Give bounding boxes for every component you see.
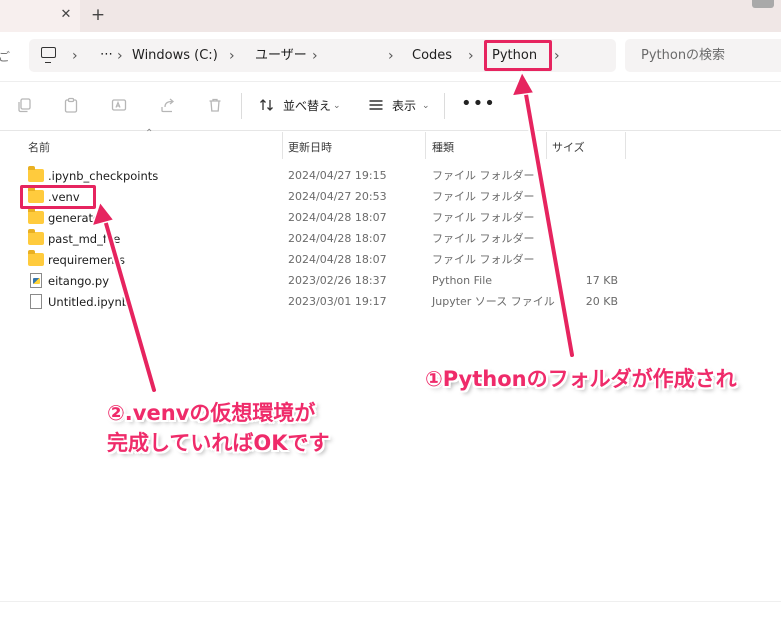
folder-icon xyxy=(28,229,44,245)
delete-icon[interactable] xyxy=(207,97,223,113)
more-options-button[interactable]: ••• xyxy=(461,95,496,113)
file-row[interactable]: past_md_file 2024/04/28 18:07 ファイル フォルダー xyxy=(24,229,634,250)
folder-icon xyxy=(28,208,44,224)
file-type: ファイル フォルダー xyxy=(432,169,535,182)
sort-ascending-icon: ⌃ xyxy=(145,128,154,139)
breadcrumb-codes[interactable]: Codes xyxy=(412,47,452,65)
file-name: requirements xyxy=(48,253,125,267)
file-type: ファイル フォルダー xyxy=(432,232,535,245)
file-date: 2024/04/28 18:07 xyxy=(288,211,387,224)
column-header-size[interactable]: サイズ xyxy=(552,139,585,157)
file-name: generated xyxy=(48,211,108,225)
file-row[interactable]: .venv 2024/04/27 20:53 ファイル フォルダー xyxy=(24,187,634,208)
share-icon[interactable] xyxy=(160,97,176,113)
file-name: eitango.py xyxy=(48,274,110,288)
file-row[interactable]: requirements 2024/04/28 18:07 ファイル フォルダー xyxy=(24,250,634,271)
breadcrumb-separator[interactable]: › xyxy=(72,47,78,65)
close-tab-icon[interactable]: ✕ xyxy=(58,6,74,24)
column-divider[interactable] xyxy=(546,132,547,159)
search-input[interactable]: Pythonの検索 xyxy=(641,47,725,65)
column-header-date[interactable]: 更新日時 xyxy=(288,139,332,157)
breadcrumb-separator[interactable]: › xyxy=(117,47,123,65)
rename-icon[interactable] xyxy=(111,97,127,113)
breadcrumb-users[interactable]: ユーザー xyxy=(255,47,307,65)
sort-icon[interactable] xyxy=(259,97,275,113)
file-row[interactable]: eitango.py 2023/02/26 18:37 Python File … xyxy=(24,271,634,292)
file-date: 2024/04/28 18:07 xyxy=(288,253,387,266)
file-date: 2024/04/28 18:07 xyxy=(288,232,387,245)
file-row[interactable]: generated 2024/04/28 18:07 ファイル フォルダー xyxy=(24,208,634,229)
file-size: 20 KB xyxy=(585,295,618,308)
column-header-type[interactable]: 種類 xyxy=(432,139,454,157)
chevron-down-icon[interactable]: ⌄ xyxy=(422,98,430,114)
file-date: 2024/04/27 19:15 xyxy=(288,169,387,182)
status-bar-divider xyxy=(0,601,781,602)
file-type: Jupyter ソース ファイル xyxy=(432,295,555,308)
breadcrumb-overflow[interactable]: ⋯ xyxy=(100,46,113,64)
breadcrumb-separator[interactable]: › xyxy=(388,47,394,65)
breadcrumb-separator[interactable]: › xyxy=(468,47,474,65)
column-divider[interactable] xyxy=(425,132,426,159)
file-name: past_md_file xyxy=(48,232,121,246)
file-date: 2024/04/27 20:53 xyxy=(288,190,387,203)
toolbar-divider xyxy=(444,93,445,119)
file-date: 2023/02/26 18:37 xyxy=(288,274,387,287)
breadcrumb-separator[interactable]: › xyxy=(554,47,560,65)
document-icon xyxy=(30,294,42,309)
file-type: ファイル フォルダー xyxy=(432,190,535,203)
column-divider[interactable] xyxy=(282,132,283,159)
toolbar-divider xyxy=(241,93,242,119)
breadcrumb-separator[interactable]: › xyxy=(312,47,318,65)
file-row[interactable]: Untitled.ipynb 2023/03/01 19:17 Jupyter … xyxy=(24,292,634,313)
breadcrumb-separator[interactable]: › xyxy=(229,47,235,65)
file-size: 17 KB xyxy=(585,274,618,287)
file-type: Python File xyxy=(432,274,493,287)
new-tab-icon[interactable]: + xyxy=(88,4,108,26)
python-folder-highlight xyxy=(484,40,552,71)
this-pc-icon[interactable] xyxy=(41,47,56,63)
folder-icon xyxy=(28,250,44,266)
breadcrumb-drive[interactable]: Windows (C:) xyxy=(132,47,218,65)
file-type: ファイル フォルダー xyxy=(432,253,535,266)
view-icon[interactable] xyxy=(368,97,384,113)
column-divider[interactable] xyxy=(625,132,626,159)
file-date: 2023/03/01 19:17 xyxy=(288,295,387,308)
callout-venv-line1: ②.venvの仮想環境が xyxy=(107,401,316,425)
paste-icon[interactable] xyxy=(63,97,79,113)
callout-venv-line2: 完成していればOKです xyxy=(107,431,330,455)
venv-highlight xyxy=(20,185,96,209)
folder-icon xyxy=(28,166,44,182)
view-button[interactable]: 表示 xyxy=(392,98,416,114)
sort-button[interactable]: 並べ替え xyxy=(283,98,331,114)
back-button-partial[interactable]: ご xyxy=(0,48,10,65)
column-header-name[interactable]: 名前 xyxy=(28,139,50,157)
chevron-down-icon[interactable]: ⌄ xyxy=(333,98,341,114)
python-file-icon xyxy=(30,273,42,288)
file-row[interactable]: .ipynb_checkpoints 2024/04/27 19:15 ファイル… xyxy=(24,166,634,187)
file-type: ファイル フォルダー xyxy=(432,211,535,224)
file-name: .ipynb_checkpoints xyxy=(48,169,159,183)
copy-icon[interactable] xyxy=(17,97,33,113)
window-control[interactable] xyxy=(752,0,774,8)
title-bar xyxy=(0,0,781,32)
callout-python-created: ①Pythonのフォルダが作成され xyxy=(425,367,737,391)
file-name: Untitled.ipynb xyxy=(48,295,130,309)
